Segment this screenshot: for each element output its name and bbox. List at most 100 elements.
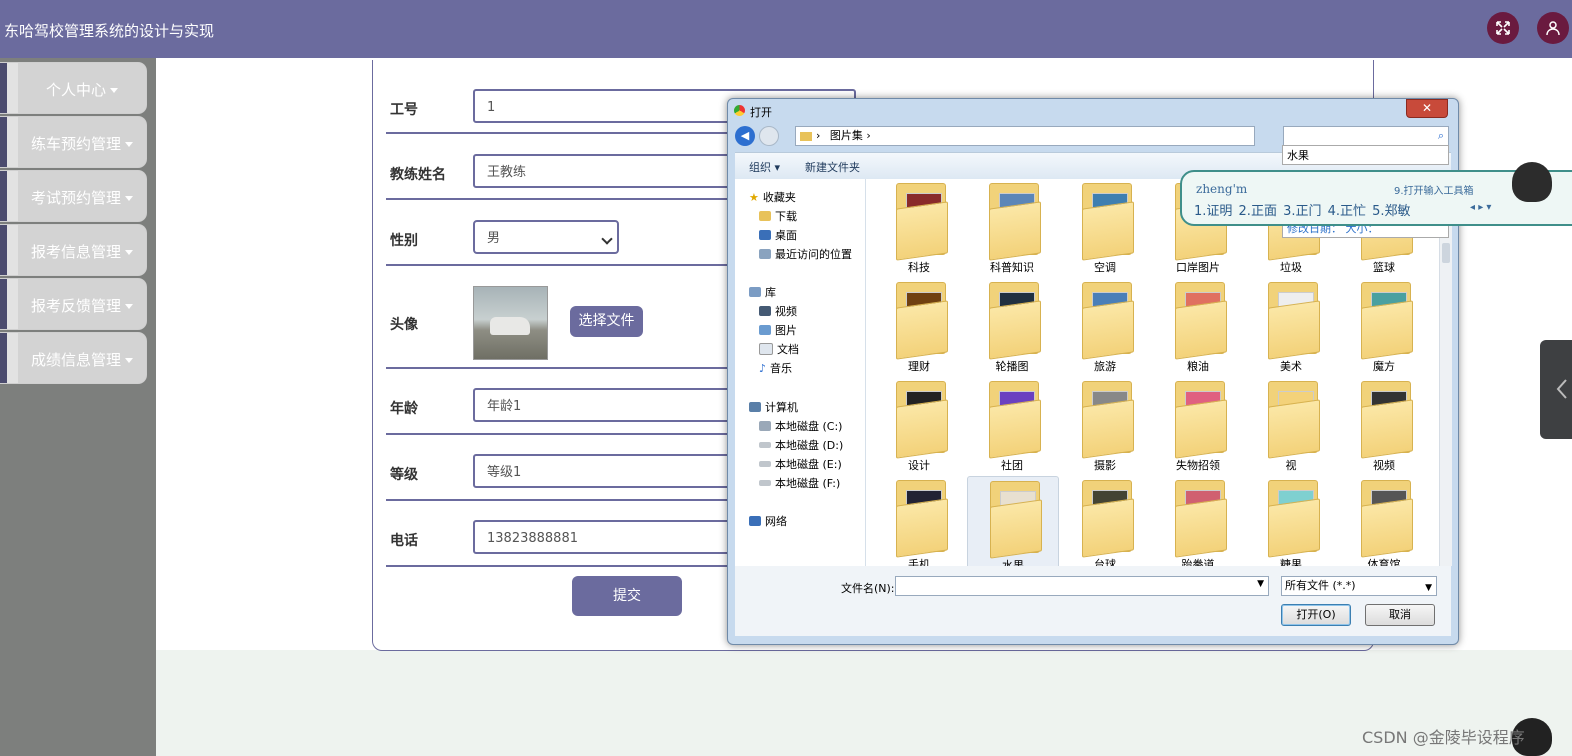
folder-front <box>896 300 948 360</box>
folder-front <box>896 201 948 261</box>
open-button[interactable]: 打开(O) <box>1281 604 1351 626</box>
sidebar-item-scores[interactable]: 成绩信息管理 <box>0 333 146 383</box>
scrollbar-thumb[interactable] <box>1442 243 1450 263</box>
folder-label: 空调 <box>1094 261 1116 274</box>
dialog-footer: 文件名(N): ▼ 所有文件 (*.*) ▼ 打开(O) 取消 <box>735 566 1451 636</box>
folder-item[interactable]: 科技 <box>874 179 964 276</box>
level-label: 等级 <box>390 467 418 483</box>
age-input[interactable]: 年龄1 <box>473 388 733 422</box>
drive-icon <box>759 442 771 448</box>
nav-label: 文档 <box>777 343 799 356</box>
sidebar-item-personal-center[interactable]: 个人中心 <box>0 63 146 113</box>
folder-item[interactable]: 糖果 <box>1246 476 1336 573</box>
sidebar-item-label: 报考反馈管理 <box>30 297 121 315</box>
folder-item[interactable]: 失物招领 <box>1153 377 1243 474</box>
nav-documents[interactable]: 文档 <box>759 341 799 357</box>
folder-label: 垃圾 <box>1280 261 1302 274</box>
nav-computer[interactable]: 计算机 <box>749 399 798 415</box>
filename-input[interactable]: ▼ <box>895 576 1269 596</box>
drive-icon <box>759 421 771 431</box>
caret-down-icon <box>125 250 133 255</box>
name-label: 教练姓名 <box>390 167 446 183</box>
folder-front <box>989 300 1041 360</box>
ime-toolbox[interactable]: 9.打开输入工具箱 <box>1394 182 1474 197</box>
side-drawer-toggle[interactable] <box>1540 340 1572 439</box>
sidebar: 个人中心 练车预约管理 考试预约管理 报考信息管理 报考反馈管理 成绩信息管理 <box>0 58 156 756</box>
nav-label: 网络 <box>765 515 787 528</box>
folder-item[interactable]: 台球 <box>1060 476 1150 573</box>
folder-item[interactable]: 跆拳道 <box>1153 476 1243 573</box>
nav-videos[interactable]: 视频 <box>759 303 797 319</box>
close-button[interactable]: ✕ <box>1406 99 1448 118</box>
filetype-select[interactable]: 所有文件 (*.*) ▼ <box>1281 576 1437 596</box>
nav-drive-e[interactable]: 本地磁盘 (E:) <box>759 456 842 472</box>
computer-icon <box>749 402 761 412</box>
folder-item[interactable]: 视频 <box>1339 377 1429 474</box>
folder-item[interactable]: 视 <box>1246 377 1336 474</box>
gender-value: 男 <box>487 231 501 246</box>
path-box[interactable]: › 图片集 › <box>795 126 1255 146</box>
folder-label: 视 <box>1285 459 1297 472</box>
ime-composition: zheng'm <box>1196 182 1248 196</box>
row-divider <box>386 565 746 567</box>
user-button[interactable] <box>1537 12 1569 44</box>
folder-item[interactable]: 社团 <box>967 377 1057 474</box>
folder-item[interactable]: 理财 <box>874 278 964 375</box>
folder-label: 口岸图片 <box>1176 261 1220 274</box>
nav-network[interactable]: 网络 <box>749 513 787 529</box>
folder-item[interactable]: 水果 <box>967 476 1059 575</box>
nav-drive-f[interactable]: 本地磁盘 (F:) <box>759 475 840 491</box>
folder-item[interactable]: 科普知识 <box>967 179 1057 276</box>
sidebar-item-registration-info[interactable]: 报考信息管理 <box>0 225 146 275</box>
nav-drive-d[interactable]: 本地磁盘 (D:) <box>759 437 843 453</box>
folder-front <box>989 399 1041 459</box>
folder-front <box>1082 201 1134 261</box>
name-input[interactable]: 王教练 <box>473 154 733 188</box>
nav-library[interactable]: 库 <box>749 284 776 300</box>
drive-icon <box>759 480 771 486</box>
nav-music[interactable]: ♪ 音乐 <box>759 360 792 376</box>
sidebar-item-label: 成绩信息管理 <box>30 351 121 369</box>
nav-pictures[interactable]: 图片 <box>759 322 797 338</box>
folder-item[interactable]: 美术 <box>1246 278 1336 375</box>
sidebar-item-registration-feedback[interactable]: 报考反馈管理 <box>0 279 146 329</box>
search-suggestion[interactable]: 水果 <box>1282 145 1449 165</box>
new-folder-button[interactable]: 新建文件夹 <box>805 159 860 175</box>
fullscreen-button[interactable] <box>1487 12 1519 44</box>
level-input[interactable]: 等级1 <box>473 454 733 488</box>
folder-item[interactable]: 粮油 <box>1153 278 1243 375</box>
folder-front <box>1268 399 1320 459</box>
folder-item[interactable]: 手机 <box>874 476 964 573</box>
path-segment[interactable]: 图片集 <box>830 129 863 142</box>
folder-item[interactable]: 空调 <box>1060 179 1150 276</box>
gender-select[interactable]: 男 <box>473 220 619 254</box>
nav-recent[interactable]: 最近访问的位置 <box>759 246 852 262</box>
cancel-button[interactable]: 取消 <box>1365 604 1435 626</box>
phone-input[interactable]: 13823888881 <box>473 520 733 554</box>
forward-button[interactable] <box>759 126 779 146</box>
ime-page-nav[interactable]: ◂ ▸ ▾ <box>1470 202 1491 213</box>
row-divider <box>386 433 746 435</box>
submit-button[interactable]: 提交 <box>572 576 682 616</box>
folder-item[interactable]: 魔方 <box>1339 278 1429 375</box>
folder-front <box>1175 498 1227 558</box>
sidebar-item-exam-booking[interactable]: 考试预约管理 <box>0 171 146 221</box>
nav-favorites[interactable]: ★ 收藏夹 <box>749 189 796 205</box>
folder-item[interactable]: 轮播图 <box>967 278 1057 375</box>
sidebar-item-label: 考试预约管理 <box>30 189 121 207</box>
nav-drive-c[interactable]: 本地磁盘 (C:) <box>759 418 842 434</box>
back-button[interactable]: ◀ <box>735 126 755 146</box>
ime-candidates[interactable]: 1.证明 2.正面 3.正门 4.正忙 5.郑敏 <box>1194 200 1411 219</box>
folder-item[interactable]: 体育馆 <box>1339 476 1429 573</box>
nav-desktop[interactable]: 桌面 <box>759 227 797 243</box>
folder-item[interactable]: 摄影 <box>1060 377 1150 474</box>
folder-icon <box>800 131 812 141</box>
folder-front <box>1361 498 1413 558</box>
organize-menu[interactable]: 组织 ▾ <box>749 159 780 175</box>
folder-item[interactable]: 设计 <box>874 377 964 474</box>
choose-file-button[interactable]: 选择文件 <box>570 306 643 337</box>
nav-downloads[interactable]: 下载 <box>759 208 797 224</box>
search-input[interactable]: ⌕ <box>1283 126 1449 146</box>
sidebar-item-practice-booking[interactable]: 练车预约管理 <box>0 117 146 167</box>
folder-item[interactable]: 旅游 <box>1060 278 1150 375</box>
